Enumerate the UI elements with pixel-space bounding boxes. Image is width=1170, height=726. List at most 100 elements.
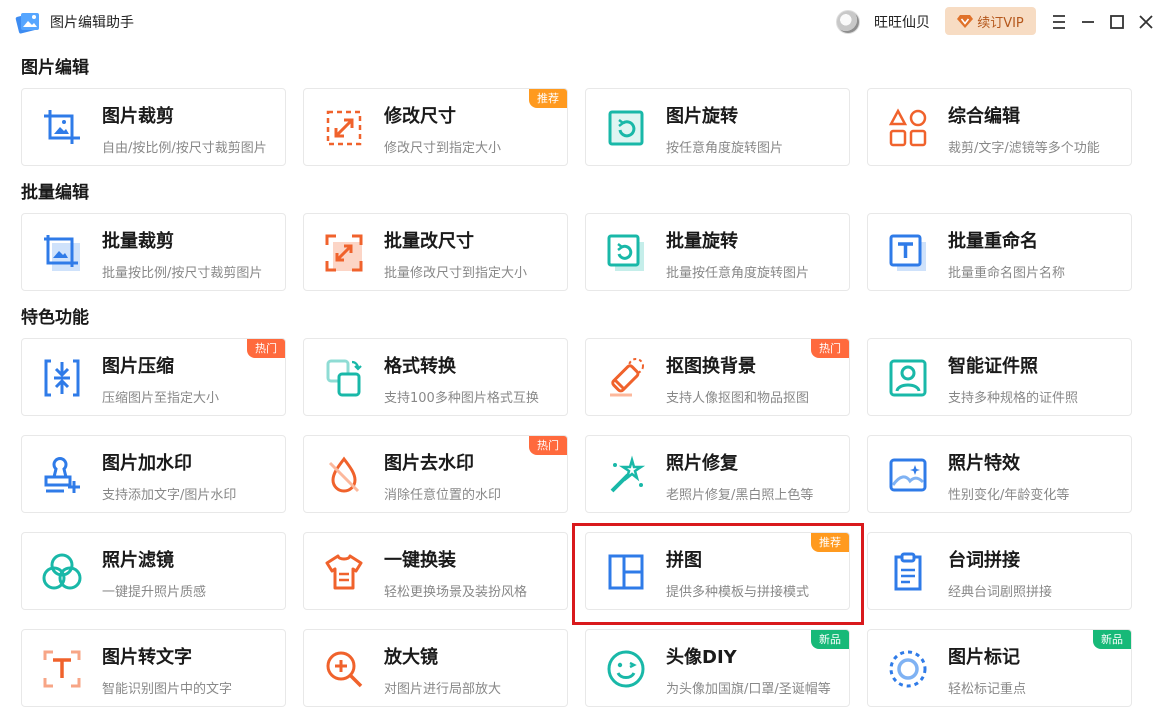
card-batch-rename[interactable]: 批量重命名 批量重命名图片名称 — [867, 213, 1132, 291]
resize-icon — [326, 110, 362, 146]
card-title: 放大镜 — [384, 647, 438, 668]
section-title-batch: 批量编辑 — [21, 183, 89, 203]
card-resize[interactable]: 修改尺寸 修改尺寸到指定大小 推荐 — [303, 88, 568, 166]
card-title: 图片标记 — [948, 647, 1020, 668]
section-title-edit: 图片编辑 — [21, 58, 89, 78]
smiley-icon — [607, 650, 645, 688]
card-desc: 经典台词剧照拼接 — [948, 585, 1053, 600]
maximize-icon[interactable] — [1105, 10, 1129, 34]
card-repair[interactable]: 照片修复 老照片修复/黑白照上色等 — [585, 435, 850, 513]
close-icon[interactable] — [1134, 10, 1158, 34]
vip-renew-button[interactable]: 续订VIP — [945, 7, 1036, 35]
card-title: 一键换装 — [384, 550, 456, 571]
card-title: 台词拼接 — [948, 550, 1020, 571]
portrait-icon — [889, 359, 927, 397]
card-desc: 支持添加文字/图片水印 — [102, 488, 237, 503]
section-title-features: 特色功能 — [21, 308, 89, 328]
avatar[interactable] — [836, 10, 860, 34]
hot-badge: 热门 — [811, 339, 849, 358]
vip-label: 续订VIP — [977, 15, 1024, 31]
card-compress[interactable]: 图片压缩 压缩图片至指定大小 热门 — [21, 338, 286, 416]
card-title: 修改尺寸 — [384, 106, 456, 127]
card-title: 图片转文字 — [102, 647, 192, 668]
card-title: 批量重命名 — [948, 231, 1038, 252]
card-rotate[interactable]: 图片旋转 按任意角度旋转图片 — [585, 88, 850, 166]
recommend-badge: 推荐 — [811, 533, 849, 552]
card-title: 图片旋转 — [666, 106, 738, 127]
card-effects[interactable]: 照片特效 性别变化/年龄变化等 — [867, 435, 1132, 513]
card-desc: 裁剪/文字/滤镜等多个功能 — [948, 141, 1100, 156]
card-filter[interactable]: 照片滤镜 一键提升照片质感 — [21, 532, 286, 610]
batch-rotate-icon — [607, 234, 644, 271]
batch-crop-icon — [44, 235, 80, 271]
new-badge: 新品 — [811, 630, 849, 649]
card-title: 抠图换背景 — [666, 356, 756, 377]
compress-icon — [44, 359, 80, 397]
card-ocr[interactable]: 图片转文字 智能识别图片中的文字 — [21, 629, 286, 707]
zoom-in-icon — [326, 651, 363, 688]
card-outfit[interactable]: 一键换装 轻松更换场景及装扮风格 — [303, 532, 568, 610]
card-title: 照片特效 — [948, 453, 1020, 474]
convert-icon — [326, 359, 362, 397]
card-compose[interactable]: 综合编辑 裁剪/文字/滤镜等多个功能 — [867, 88, 1132, 166]
rename-icon — [889, 234, 926, 271]
card-batch-crop[interactable]: 批量裁剪 批量按比例/按尺寸裁剪图片 — [21, 213, 286, 291]
card-title: 格式转换 — [384, 356, 456, 377]
card-title: 照片修复 — [666, 453, 738, 474]
clipboard-icon — [894, 552, 922, 591]
card-desc: 批量重命名图片名称 — [948, 266, 1066, 281]
card-idphoto[interactable]: 智能证件照 支持多种规格的证件照 — [867, 338, 1132, 416]
card-desc: 修改尺寸到指定大小 — [384, 141, 502, 156]
batch-resize-icon — [325, 234, 363, 272]
card-title: 综合编辑 — [948, 106, 1020, 127]
target-icon — [889, 650, 927, 688]
card-title: 图片裁剪 — [102, 106, 174, 127]
card-desc: 自由/按比例/按尺寸裁剪图片 — [102, 141, 267, 156]
landscape-icon — [889, 458, 927, 492]
text-scan-icon — [43, 650, 81, 688]
collage-icon — [608, 554, 644, 590]
card-collage[interactable]: 拼图 提供多种模板与拼接模式 推荐 — [585, 532, 850, 610]
card-title: 批量改尺寸 — [384, 231, 474, 252]
minimize-icon[interactable] — [1076, 10, 1100, 34]
card-title: 图片去水印 — [384, 453, 474, 474]
app-logo-icon — [15, 13, 39, 34]
card-desc: 消除任意位置的水印 — [384, 488, 502, 503]
card-title: 智能证件照 — [948, 356, 1038, 377]
filter-icon — [42, 553, 82, 590]
card-convert[interactable]: 格式转换 支持100多种图片格式互换 — [303, 338, 568, 416]
username[interactable]: 旺旺仙贝 — [874, 12, 930, 32]
card-desc: 轻松标记重点 — [948, 682, 1027, 697]
card-watermark-add[interactable]: 图片加水印 支持添加文字/图片水印 — [21, 435, 286, 513]
hot-badge: 热门 — [247, 339, 285, 358]
card-lines[interactable]: 台词拼接 经典台词剧照拼接 — [867, 532, 1132, 610]
app-title: 图片编辑助手 — [50, 15, 134, 31]
card-desc: 批量修改尺寸到指定大小 — [384, 266, 528, 281]
card-desc: 批量按任意角度旋转图片 — [666, 266, 810, 281]
card-desc: 按任意角度旋转图片 — [666, 141, 784, 156]
hot-badge: 热门 — [529, 436, 567, 455]
card-desc: 支持人像抠图和物品抠图 — [666, 391, 810, 406]
menu-icon[interactable] — [1047, 10, 1071, 34]
card-title: 图片压缩 — [102, 356, 174, 377]
stamp-icon — [44, 457, 80, 493]
card-title: 图片加水印 — [102, 453, 192, 474]
card-magnifier[interactable]: 放大镜 对图片进行局部放大 — [303, 629, 568, 707]
tshirt-icon — [325, 554, 363, 590]
drop-slash-icon — [328, 456, 360, 493]
card-desc: 压缩图片至指定大小 — [102, 391, 220, 406]
diamond-icon — [957, 15, 974, 28]
crop-icon — [44, 110, 80, 144]
title-bar: 图片编辑助手 旺旺仙贝 续订VIP — [0, 0, 1170, 44]
card-batch-resize[interactable]: 批量改尺寸 批量修改尺寸到指定大小 — [303, 213, 568, 291]
card-cutout[interactable]: 抠图换背景 支持人像抠图和物品抠图 热门 — [585, 338, 850, 416]
magic-wand-icon — [610, 455, 646, 493]
card-title: 批量旋转 — [666, 231, 738, 252]
card-title: 照片滤镜 — [102, 550, 174, 571]
card-avatar-diy[interactable]: 头像DIY 为头像加国旗/口罩/圣诞帽等 新品 — [585, 629, 850, 707]
card-batch-rotate[interactable]: 批量旋转 批量按任意角度旋转图片 — [585, 213, 850, 291]
card-crop[interactable]: 图片裁剪 自由/按比例/按尺寸裁剪图片 — [21, 88, 286, 166]
card-watermark-remove[interactable]: 图片去水印 消除任意位置的水印 热门 — [303, 435, 568, 513]
new-badge: 新品 — [1093, 630, 1131, 649]
card-mark[interactable]: 图片标记 轻松标记重点 新品 — [867, 629, 1132, 707]
